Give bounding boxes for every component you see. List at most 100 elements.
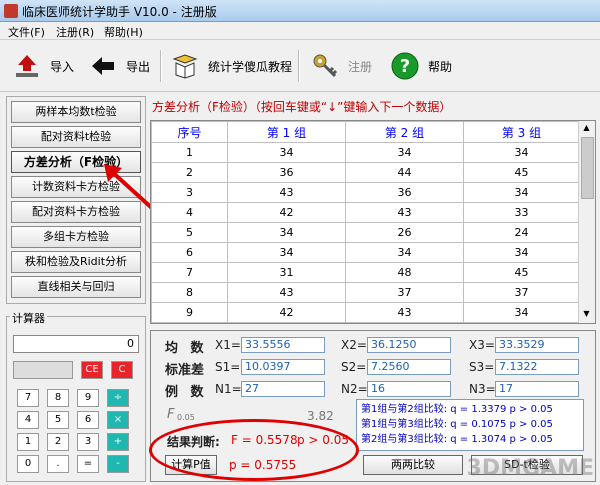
pairwise-compare-button[interactable]: 两两比较 xyxy=(363,455,463,475)
n3-field[interactable]: 17 xyxy=(495,381,579,397)
export-label: 导出 xyxy=(126,59,151,74)
highlight-oval xyxy=(149,419,359,481)
group-3-cell[interactable]: 34 xyxy=(463,242,580,263)
table-row: 10342524 xyxy=(151,322,580,323)
group-3-cell[interactable]: 24 xyxy=(463,222,580,243)
s2-field[interactable]: 7.2560 xyxy=(367,359,451,375)
table-row: 4 42 43 33 xyxy=(151,202,580,223)
calc-key-multiply[interactable]: × xyxy=(107,411,129,429)
comparison-1-3: 第1组与第3组比较: q = 0.1075 p > 0.05 xyxy=(361,419,553,430)
calc-key-decimal[interactable]: . xyxy=(47,455,69,473)
calc-key-2[interactable]: 2 xyxy=(47,433,69,451)
comparison-2-3: 第2组与第3组比较: q = 1.3074 p > 0.05 xyxy=(361,434,553,445)
help-button[interactable]: ? 帮助 xyxy=(390,48,452,84)
calc-key-plus[interactable]: + xyxy=(107,433,129,451)
app-icon xyxy=(4,4,18,18)
help-icon: ? xyxy=(390,51,420,81)
group-2-cell[interactable]: 34 xyxy=(345,142,464,163)
table-row: 3 43 36 34 xyxy=(151,182,580,203)
scroll-thumb[interactable] xyxy=(581,137,594,199)
x1-field[interactable]: 33.5556 xyxy=(241,337,325,353)
table-row: 9 42 43 34 xyxy=(151,302,580,323)
s3-field[interactable]: 7.1322 xyxy=(495,359,579,375)
group-1-cell[interactable]: 43 xyxy=(227,182,346,203)
n-label: 例 数 xyxy=(165,385,208,400)
two-sample-t-test-button[interactable]: 两样本均数t检验 xyxy=(11,101,141,123)
row-index-cell: 3 xyxy=(151,182,228,203)
group-2-cell[interactable]: 43 xyxy=(345,302,464,323)
group-3-cell[interactable]: 34 xyxy=(463,142,580,163)
f-critical-value: 3.82 xyxy=(307,409,334,423)
calc-ce-button[interactable]: CE xyxy=(81,361,103,379)
group-3-cell[interactable]: 45 xyxy=(463,162,580,183)
group-3-cell[interactable]: 34 xyxy=(463,182,580,203)
menu-register[interactable]: 注册(R) xyxy=(56,24,94,40)
group-1-cell[interactable]: 34 xyxy=(227,242,346,263)
table-header-row: 序号 第 1 组 第 2 组 第 3 组 xyxy=(151,121,580,143)
calc-key-7[interactable]: 7 xyxy=(17,389,39,407)
group-1-cell[interactable]: 34 xyxy=(227,222,346,243)
calc-key-8[interactable]: 8 xyxy=(47,389,69,407)
tutorial-button[interactable]: 统计学傻瓜教程 xyxy=(170,48,292,84)
x2-field[interactable]: 36.1250 xyxy=(367,337,451,353)
group-3-cell[interactable]: 24 xyxy=(463,322,580,323)
calc-c-button[interactable]: C xyxy=(111,361,133,379)
group-2-cell[interactable]: 48 xyxy=(345,262,464,283)
group-3-cell[interactable]: 45 xyxy=(463,262,580,283)
calc-key-4[interactable]: 4 xyxy=(17,411,39,429)
calc-key-3[interactable]: 3 xyxy=(77,433,99,451)
menu-file[interactable]: 文件(F) xyxy=(8,24,45,40)
group-1-cell[interactable]: 42 xyxy=(227,202,346,223)
scroll-up-icon[interactable]: ▲ xyxy=(581,123,592,135)
calc-key-5[interactable]: 5 xyxy=(47,411,69,429)
n1-field[interactable]: 27 xyxy=(241,381,325,397)
multi-group-chi-square-button[interactable]: 多组卡方检验 xyxy=(11,226,141,248)
x3-field[interactable]: 33.3529 xyxy=(495,337,579,353)
calc-key-equals[interactable]: = xyxy=(77,455,99,473)
correlation-regression-button[interactable]: 直线相关与回归 xyxy=(11,276,141,298)
group-1-cell[interactable]: 31 xyxy=(227,262,346,283)
group-2-cell[interactable]: 36 xyxy=(345,182,464,203)
calc-key-minus[interactable]: - xyxy=(107,455,129,473)
import-button[interactable]: 导入 xyxy=(12,48,74,84)
n3-label: N3= xyxy=(469,382,496,396)
group-2-cell[interactable]: 37 xyxy=(345,282,464,303)
export-button[interactable]: 导出 xyxy=(88,48,150,84)
register-button[interactable]: 注册 xyxy=(310,48,372,84)
calc-key-9[interactable]: 9 xyxy=(77,389,99,407)
key-icon xyxy=(310,51,340,81)
scroll-down-icon[interactable]: ▼ xyxy=(581,309,592,321)
menu-help[interactable]: 帮助(H) xyxy=(104,24,143,40)
calc-key-6[interactable]: 6 xyxy=(77,411,99,429)
group-1-cell[interactable]: 36 xyxy=(227,162,346,183)
x1-label: X1= xyxy=(215,338,241,352)
group-1-cell[interactable]: 43 xyxy=(227,282,346,303)
calc-key-divide[interactable]: ÷ xyxy=(107,389,129,407)
group-1-cell[interactable]: 34 xyxy=(227,322,346,323)
f-critical-label: F xyxy=(167,407,175,422)
calc-key-1[interactable]: 1 xyxy=(17,433,39,451)
group-2-cell[interactable]: 26 xyxy=(345,222,464,243)
group-3-cell[interactable]: 33 xyxy=(463,202,580,223)
s1-field[interactable]: 10.0397 xyxy=(241,359,325,375)
table-row: 6 34 34 34 xyxy=(151,242,580,263)
group-2-cell[interactable]: 34 xyxy=(345,242,464,263)
vertical-scrollbar[interactable]: ▲ ▼ xyxy=(578,121,595,323)
rank-sum-ridit-button[interactable]: 秩和检验及Ridit分析 xyxy=(11,251,141,273)
group-1-cell[interactable]: 34 xyxy=(227,142,346,163)
calculator-panel: 0 CE C 7 8 9 ÷ 4 5 6 × 1 2 3 +0. = - xyxy=(6,316,146,482)
sd-label: 标准差 xyxy=(165,363,205,378)
x2-label: X2= xyxy=(341,338,367,352)
group-3-cell[interactable]: 34 xyxy=(463,302,580,323)
group-3-cell[interactable]: 37 xyxy=(463,282,580,303)
group-2-cell[interactable]: 25 xyxy=(345,322,464,323)
n2-field[interactable]: 16 xyxy=(367,381,451,397)
group-2-cell[interactable]: 44 xyxy=(345,162,464,183)
calculator-title: 计算器 xyxy=(10,310,47,326)
toolbar-divider xyxy=(298,50,300,82)
group-2-cell[interactable]: 43 xyxy=(345,202,464,223)
group-1-cell[interactable]: 42 xyxy=(227,302,346,323)
paired-t-test-button[interactable]: 配对资料t检验 xyxy=(11,126,141,148)
calc-key-0[interactable]: 0 xyxy=(17,455,39,473)
window-title: 临床医师统计学助手 V10.0 - 注册版 xyxy=(22,5,217,19)
